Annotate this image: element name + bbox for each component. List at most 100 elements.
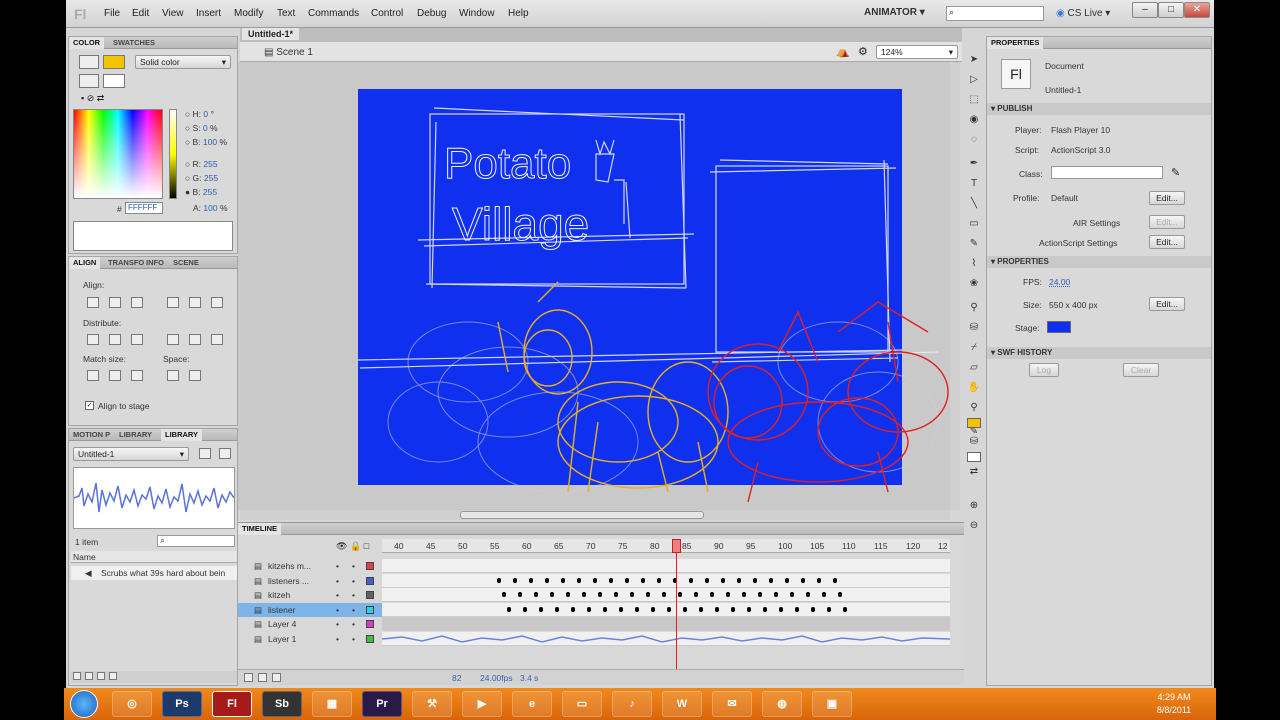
tab-align[interactable]: ALIGN — [69, 257, 101, 269]
tool-fill-swatch[interactable] — [967, 452, 981, 462]
swap-colors-icon[interactable]: ▪ ⊘ ⇄ — [81, 93, 104, 104]
keyframe[interactable] — [497, 577, 501, 583]
keyframe[interactable] — [763, 606, 767, 612]
keyframe[interactable] — [731, 606, 735, 612]
free-transform-icon[interactable]: ⬚ — [966, 94, 982, 108]
minimize-button[interactable]: – — [1132, 2, 1158, 18]
layer-name[interactable]: kitzeh — [268, 590, 290, 600]
new-folder-layer-icon[interactable] — [258, 673, 267, 682]
green-value[interactable]: 255 — [204, 173, 218, 183]
edit-symbols-icon[interactable]: ⚙ — [858, 45, 868, 58]
layer-name[interactable]: listener — [268, 605, 295, 615]
layer-color-swatch[interactable] — [366, 620, 374, 628]
properties-icon[interactable] — [97, 672, 105, 680]
tab-color[interactable]: COLOR — [69, 37, 105, 49]
layer-frames[interactable] — [382, 588, 950, 602]
film-taskbar-icon[interactable]: ▦ — [312, 691, 352, 717]
layer-row[interactable]: ▤ Layer 4 • • — [238, 617, 950, 631]
current-frame[interactable]: 82 — [452, 673, 461, 683]
selection-tool-icon[interactable]: ➤ — [966, 54, 982, 68]
profile-edit-button[interactable]: Edit... — [1149, 191, 1185, 205]
keyframe[interactable] — [534, 592, 538, 597]
new-layer-icon[interactable] — [244, 673, 253, 682]
keyframe[interactable] — [529, 577, 533, 583]
layer-name[interactable]: Layer 1 — [268, 634, 296, 644]
app-taskbar-icon[interactable]: ◍ — [762, 691, 802, 717]
distribute-left-icon[interactable] — [167, 334, 179, 345]
name-column-header[interactable]: Name — [73, 552, 96, 562]
align-center-icon[interactable] — [109, 297, 121, 308]
align-bottom-icon[interactable] — [211, 297, 223, 308]
keyframe[interactable] — [603, 606, 607, 612]
hue-value[interactable]: 0 — [203, 109, 208, 119]
layer-frames[interactable] — [382, 559, 950, 573]
fill-color-swatch[interactable] — [103, 74, 125, 88]
layer-row[interactable]: ▤ kitzeh • • — [238, 588, 950, 602]
menu-window[interactable]: Window — [459, 8, 495, 19]
playhead-handle[interactable] — [672, 539, 681, 553]
keyframe[interactable] — [507, 606, 511, 612]
tab-library-a[interactable]: LIBRARY — [115, 429, 156, 441]
3d-rotation-icon[interactable]: ◉ — [966, 114, 982, 128]
match-height-icon[interactable] — [109, 370, 121, 381]
library-search-input[interactable]: ⌕ — [157, 535, 235, 547]
align-to-stage-checkbox[interactable]: ✓ — [85, 401, 94, 410]
keyframe[interactable] — [843, 606, 847, 612]
keyframe[interactable] — [550, 592, 554, 597]
swf-history-header[interactable]: ▾ SWF HISTORY — [987, 347, 1211, 359]
tab-swatches[interactable]: SWATCHES — [109, 37, 159, 49]
layer-frames[interactable] — [382, 602, 950, 617]
workspace-switcher[interactable]: ANIMATOR ▾ — [864, 7, 925, 18]
keyframe[interactable] — [801, 577, 805, 583]
space-horizontal-icon[interactable] — [189, 370, 201, 381]
lasso-tool-icon[interactable]: ◌ — [966, 134, 982, 148]
pen-tool-icon[interactable]: ✒ — [966, 158, 982, 172]
flash-taskbar-icon[interactable]: Fl — [212, 691, 252, 717]
keyframe[interactable] — [833, 577, 837, 583]
keyframe[interactable] — [662, 592, 666, 597]
distribute-top-icon[interactable] — [87, 334, 99, 345]
stroke-color-swatch[interactable] — [103, 55, 125, 69]
scene-breadcrumb[interactable]: ▤ Scene 1 — [264, 47, 313, 58]
tab-properties[interactable]: PROPERTIES — [987, 37, 1044, 49]
zoom-tool-icon[interactable]: ⚲ — [966, 402, 982, 416]
layer-lock-dot[interactable]: • — [352, 619, 355, 629]
lock-icon[interactable]: 🔒 — [350, 541, 361, 551]
alpha-value[interactable]: 100 — [203, 203, 217, 213]
maximize-button[interactable]: □ — [1158, 2, 1184, 18]
space-vertical-icon[interactable] — [167, 370, 179, 381]
menu-edit[interactable]: Edit — [132, 8, 149, 19]
keyframe[interactable] — [646, 592, 650, 597]
keyframe[interactable] — [582, 592, 586, 597]
zoom-select[interactable]: 124% ▾ — [876, 45, 958, 59]
eyedropper-icon[interactable]: ⌿ — [966, 342, 982, 356]
close-button[interactable]: ✕ — [1184, 2, 1210, 18]
keyframe[interactable] — [699, 606, 703, 612]
menu-commands[interactable]: Commands — [308, 8, 359, 19]
line-tool-icon[interactable]: ╲ — [966, 198, 982, 212]
menu-control[interactable]: Control — [371, 8, 403, 19]
keyframe[interactable] — [769, 577, 773, 583]
layer-color-swatch[interactable] — [366, 562, 374, 570]
keyframe[interactable] — [827, 606, 831, 612]
brightness-value[interactable]: 100 — [203, 137, 217, 147]
pin-library-icon[interactable] — [199, 448, 211, 459]
layer-name[interactable]: listeners ... — [268, 576, 309, 586]
stage-scroll-thumb[interactable] — [460, 511, 704, 519]
delete-icon[interactable] — [109, 672, 117, 680]
keyframe[interactable] — [566, 592, 570, 597]
air-edit-button[interactable]: Edit... — [1149, 215, 1185, 229]
premiere-taskbar-icon[interactable]: Pr — [362, 691, 402, 717]
hex-field[interactable]: FFFFFF — [125, 202, 163, 214]
keyframe[interactable] — [630, 592, 634, 597]
library-doc-select[interactable]: Untitled-1 ▾ — [73, 447, 189, 461]
layer-color-swatch[interactable] — [366, 576, 374, 585]
layer-name[interactable]: Layer 4 — [268, 619, 296, 629]
keyframe[interactable] — [694, 592, 698, 597]
photoshop-taskbar-icon[interactable]: Ps — [162, 691, 202, 717]
distribute-right-icon[interactable] — [211, 334, 223, 345]
layer-frames[interactable] — [382, 573, 950, 588]
layer-row[interactable]: ▤ listener • • — [238, 602, 950, 617]
fps-value[interactable]: 24.00 — [1049, 277, 1070, 287]
stage-color-swatch[interactable] — [1047, 321, 1071, 333]
